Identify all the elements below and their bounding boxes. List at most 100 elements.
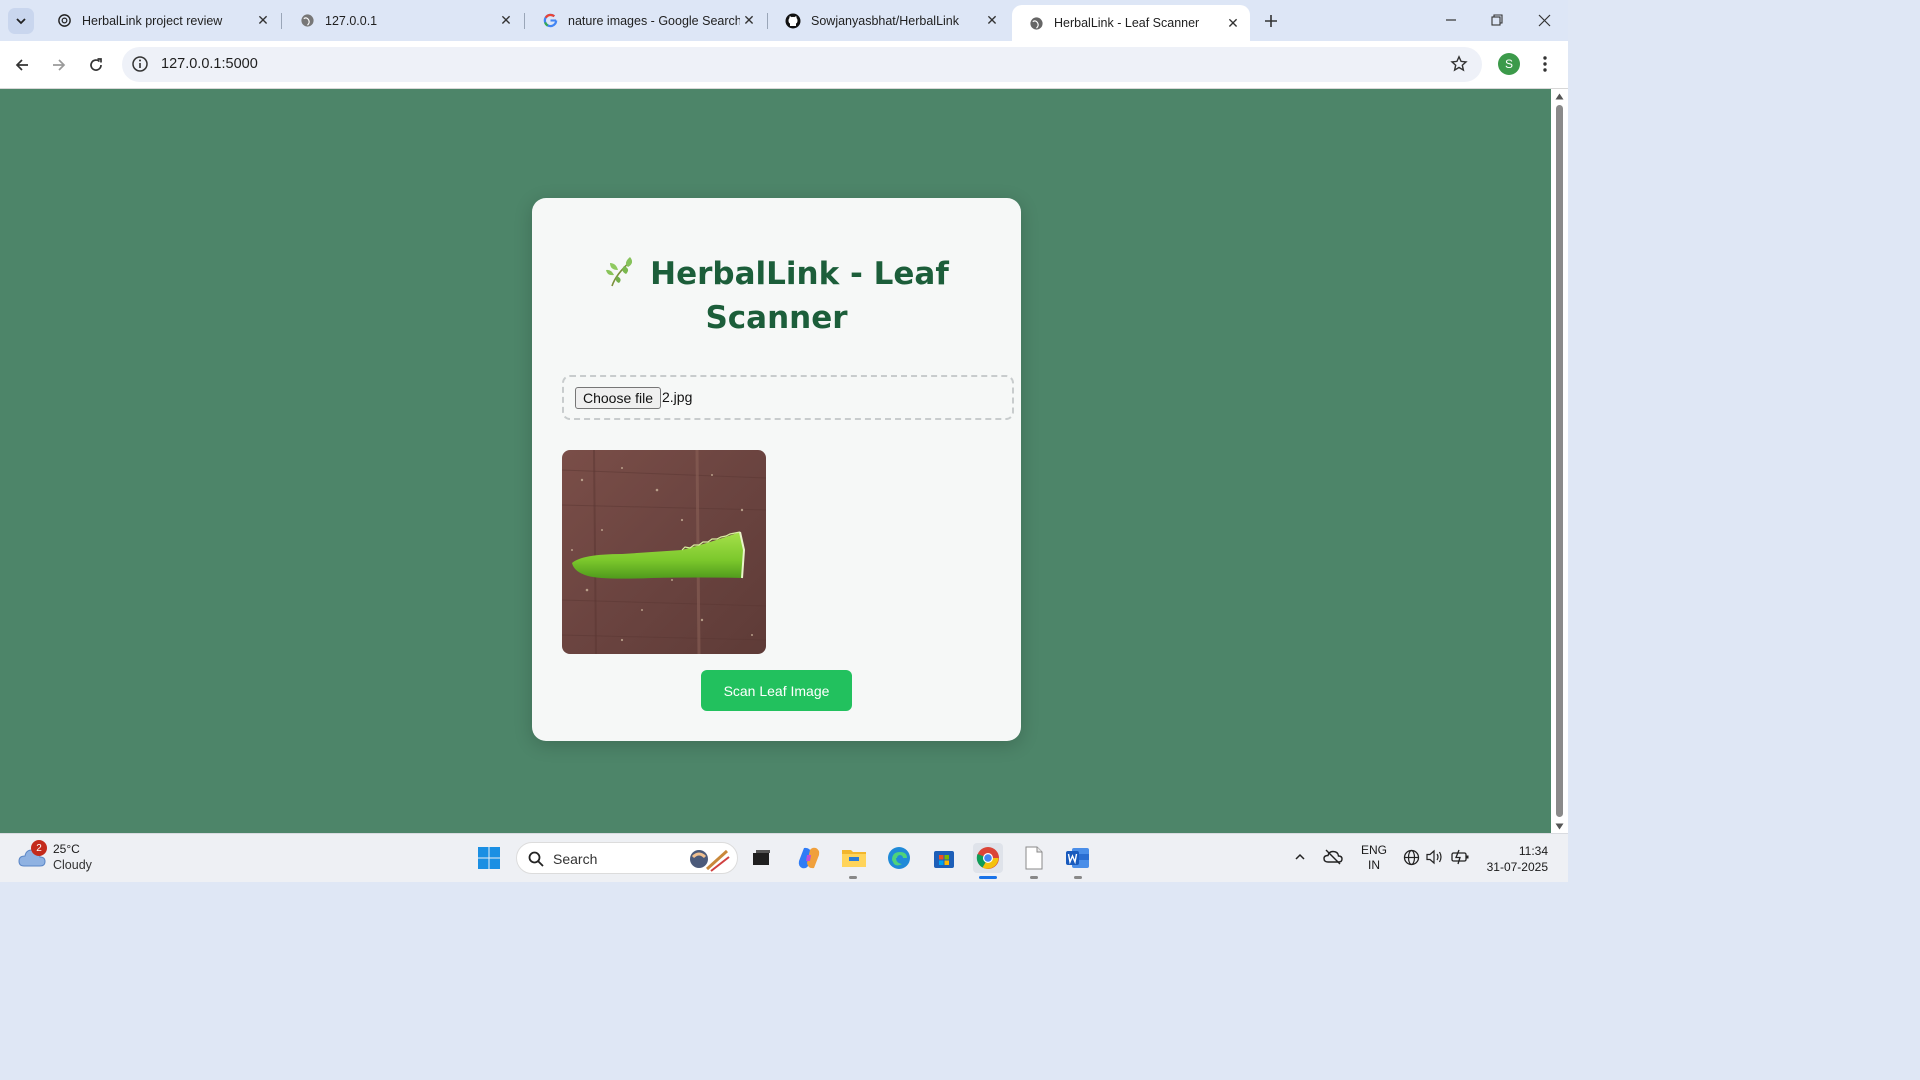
address-bar[interactable]: 127.0.0.1:5000 — [122, 47, 1482, 82]
tab-localhost[interactable]: 127.0.0.1 ✕ — [283, 4, 523, 37]
close-icon[interactable]: ✕ — [254, 12, 272, 30]
openai-icon — [56, 13, 72, 29]
running-indicator — [849, 876, 857, 879]
tab-title: 127.0.0.1 — [325, 13, 378, 28]
new-tab-button[interactable] — [1259, 9, 1283, 33]
edge-button[interactable] — [884, 843, 914, 873]
page-title-text: HerbalLink - Leaf Scanner — [650, 256, 949, 336]
tab-title: HerbalLink - Leaf Scanner — [1054, 16, 1200, 30]
tab-leaf-scanner[interactable]: HerbalLink - Leaf Scanner ✕ — [1012, 5, 1250, 41]
page-viewport: HerbalLink - Leaf Scanner Choose file 2.… — [0, 89, 1551, 833]
star-icon[interactable] — [1450, 55, 1468, 73]
choose-file-button[interactable]: Choose file — [575, 387, 662, 409]
tab-title: Sowjanyasbhat/HerbalLink — [811, 13, 960, 28]
running-indicator — [1074, 876, 1082, 879]
task-view-icon — [753, 850, 770, 865]
word-icon — [1066, 848, 1089, 868]
chrome-button[interactable] — [973, 843, 1003, 873]
minimize-button[interactable] — [1436, 6, 1466, 34]
tab-search-button[interactable] — [8, 8, 34, 34]
globe-icon — [1403, 849, 1419, 865]
globe-icon — [299, 13, 315, 29]
language-region: IN — [1368, 858, 1380, 872]
battery-button[interactable] — [1450, 846, 1470, 868]
tab-separator — [281, 13, 282, 29]
restore-button[interactable] — [1482, 6, 1512, 34]
battery-charging-icon — [1450, 849, 1468, 865]
tab-herballink-review[interactable]: HerbalLink project review ✕ — [40, 4, 280, 37]
language-code: ENG — [1361, 843, 1388, 857]
more-vertical-icon — [1543, 56, 1547, 72]
tab-github-repo[interactable]: Sowjanyasbhat/HerbalLink ✕ — [769, 4, 1009, 37]
network-button[interactable] — [1401, 846, 1421, 868]
chrome-icon — [976, 847, 999, 869]
tab-title: nature images - Google Search — [568, 13, 740, 28]
close-icon[interactable]: ✕ — [983, 12, 1001, 30]
browser-toolbar: 127.0.0.1:5000 S — [0, 41, 1568, 89]
windows-icon — [478, 847, 500, 869]
browser-menu-button[interactable] — [1534, 53, 1556, 75]
forward-button[interactable] — [46, 52, 72, 78]
back-button[interactable] — [9, 52, 35, 78]
tab-separator — [524, 13, 525, 29]
selected-file-name: 2.jpg — [662, 389, 693, 405]
scroll-down-icon[interactable] — [1555, 822, 1564, 831]
reload-icon — [90, 58, 102, 71]
google-icon — [542, 13, 558, 29]
profile-avatar[interactable]: S — [1498, 53, 1520, 75]
arrow-left-icon — [15, 59, 28, 71]
restore-icon — [1491, 14, 1503, 26]
start-button[interactable] — [474, 843, 504, 873]
page-title: HerbalLink - Leaf Scanner — [572, 252, 981, 340]
show-hidden-icons-button[interactable] — [1290, 846, 1310, 868]
task-view-button[interactable] — [746, 843, 776, 873]
cloud-off-icon — [1323, 849, 1343, 865]
speaker-icon — [1425, 849, 1442, 865]
microsoft-store-button[interactable] — [929, 843, 959, 873]
leaf-image-preview — [562, 450, 766, 654]
scrollbar-thumb[interactable] — [1556, 105, 1563, 817]
minimize-icon — [1446, 19, 1456, 21]
close-window-button[interactable] — [1529, 6, 1559, 34]
volume-button[interactable] — [1424, 846, 1444, 868]
store-icon — [934, 851, 954, 868]
clock-time: 11:34 — [1518, 844, 1548, 858]
url-text[interactable]: 127.0.0.1:5000 — [161, 56, 258, 72]
tab-google-search[interactable]: nature images - Google Search ✕ — [526, 4, 766, 37]
document-icon — [1025, 846, 1043, 870]
close-icon — [1538, 14, 1550, 26]
notepad-button[interactable] — [1019, 843, 1049, 873]
weather-temperature[interactable]: 25°C — [53, 842, 80, 856]
windows-taskbar: 2 25°C Cloudy Search ENG IN 11:34 31-07-… — [0, 833, 1568, 882]
active-indicator — [979, 876, 997, 879]
copilot-button[interactable] — [794, 843, 824, 873]
globe-icon — [1028, 15, 1044, 31]
tab-separator — [767, 13, 768, 29]
scroll-up-icon[interactable] — [1555, 92, 1564, 101]
clock-date: 31-07-2025 — [1486, 860, 1548, 874]
copilot-icon — [798, 847, 820, 869]
file-explorer-button[interactable] — [839, 843, 869, 873]
language-indicator[interactable]: ENG IN — [1361, 843, 1387, 873]
scanner-card: HerbalLink - Leaf Scanner Choose file 2.… — [532, 198, 1021, 741]
onedrive-button[interactable] — [1323, 846, 1343, 868]
tab-title: HerbalLink project review — [82, 13, 223, 28]
page-scrollbar[interactable] — [1551, 89, 1568, 833]
plus-icon — [1265, 15, 1277, 27]
word-button[interactable] — [1063, 843, 1093, 873]
reload-button[interactable] — [83, 52, 109, 78]
chevron-up-icon — [1295, 853, 1305, 860]
file-upload-area[interactable]: Choose file 2.jpg — [562, 375, 1014, 420]
close-icon[interactable]: ✕ — [740, 12, 758, 30]
info-icon[interactable] — [131, 55, 149, 73]
herb-leaf-icon — [606, 257, 633, 287]
search-highlight-icon — [690, 849, 730, 872]
scan-leaf-button[interactable]: Scan Leaf Image — [701, 670, 852, 711]
taskbar-search[interactable]: Search — [516, 842, 738, 874]
tab-strip: HerbalLink project review ✕ 127.0.0.1 ✕ … — [0, 0, 1568, 41]
system-clock[interactable]: 11:34 31-07-2025 — [1484, 843, 1548, 875]
close-icon[interactable]: ✕ — [1224, 14, 1242, 32]
close-icon[interactable]: ✕ — [497, 12, 515, 30]
weather-description[interactable]: Cloudy — [53, 858, 92, 872]
chevron-down-icon — [16, 18, 26, 25]
